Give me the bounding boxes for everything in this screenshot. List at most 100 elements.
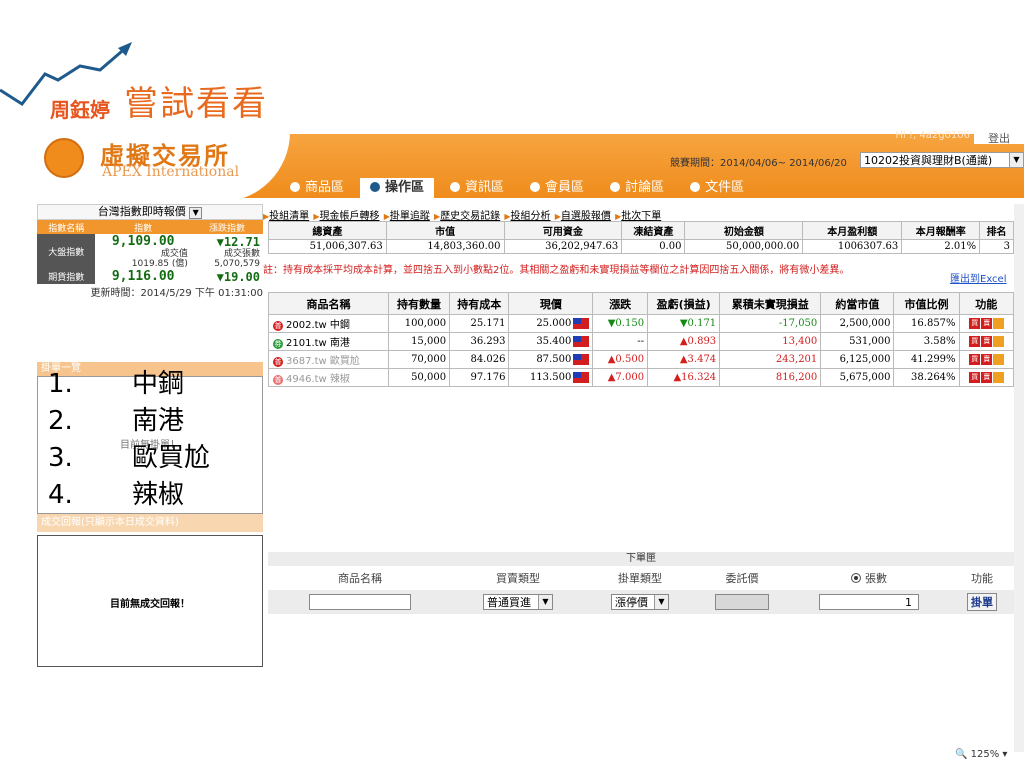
list-item: 3. 歐買尬	[48, 443, 211, 473]
futures-change: ▼19.00	[216, 269, 260, 284]
order-type-select[interactable]: 漲停價 ▼	[611, 594, 669, 610]
chart-icon[interactable]	[993, 354, 1005, 365]
chart-icon[interactable]	[993, 318, 1005, 329]
nav-documents[interactable]: 文件區	[680, 178, 754, 198]
account-select-value: 10202投資與理財B(通識)	[864, 154, 993, 167]
column-header: 本月盈利額	[802, 221, 903, 240]
trade-type-select[interactable]: 普通買進 ▼	[483, 594, 553, 610]
stock-name[interactable]: 4946.tw 辣椒	[286, 374, 350, 385]
buy-button[interactable]: 買	[969, 372, 981, 383]
column-header: 商品名稱	[268, 566, 452, 590]
buy-button[interactable]: 買	[969, 336, 981, 347]
chevron-down-icon: ▼	[189, 207, 203, 219]
column-header: 累積未實現損益	[719, 292, 822, 315]
zoom-level[interactable]: 🔍 125% ▾	[955, 749, 1007, 760]
column-header: 盈虧(損益)	[647, 292, 721, 315]
volume-label: 成交張數	[223, 249, 260, 259]
product-name-input[interactable]	[309, 594, 411, 610]
vertical-scrollbar[interactable]	[1014, 204, 1024, 752]
main-nav: 商品區 操作區 資訊區 會員區 討論區 文件區	[280, 178, 760, 198]
column-header: 持有成本	[449, 292, 510, 315]
chevron-down-icon: ▼	[1009, 153, 1023, 167]
taiwan-flag-icon	[573, 372, 590, 383]
order-price-input[interactable]	[715, 594, 769, 610]
lots-radio[interactable]	[851, 573, 861, 583]
column-header: 現價	[508, 292, 594, 315]
stock-type-icon: 普	[273, 321, 283, 331]
sell-button[interactable]: 賣	[981, 336, 993, 347]
taiex-value: 9,109.00	[111, 234, 175, 249]
column-header: 漲跌指數	[190, 220, 263, 234]
buy-button[interactable]: 買	[969, 354, 981, 365]
asset-summary-table: 總資產 市值 可用資金 凍結資產 初始金額 本月盈利額 本月報酬率 排名 51,…	[268, 221, 1014, 254]
stock-name[interactable]: 2002.tw 中鋼	[286, 320, 350, 331]
submit-order-button[interactable]: 掛單	[967, 593, 997, 611]
nav-forum[interactable]: 討論區	[600, 178, 674, 198]
triangle-icon: ▶	[383, 212, 390, 221]
index-panel-title[interactable]: 台灣指數即時報價 ▼	[37, 204, 263, 220]
competition-period: 競賽期間：2014/04/06~ 2014/06/20	[670, 158, 847, 169]
buy-button[interactable]: 買	[969, 318, 981, 329]
futures-value: 9,116.00	[111, 269, 175, 284]
logo-subtitle: APEX International	[102, 164, 240, 180]
volume-value: 5,070,579	[214, 259, 260, 269]
bullet-icon	[370, 182, 381, 192]
column-header: 漲跌	[592, 292, 649, 315]
overlay-list: 1. 中鋼 2. 南港 3. 歐買尬 4. 辣椒	[48, 366, 210, 514]
table-row: 普 2002.tw 中鋼 100,000 25.171 25.000 ▼0.150…	[268, 314, 1015, 333]
triangle-icon: ▶	[313, 212, 320, 221]
initial-amount: 50,000,000.00	[684, 239, 804, 254]
sell-button[interactable]: 賣	[981, 354, 993, 365]
monthly-profit: 1006307.63	[802, 239, 903, 254]
column-header: 可用資金	[503, 221, 623, 240]
futures-name: 期貨指數	[37, 269, 96, 284]
nav-operations[interactable]: 操作區	[360, 178, 435, 198]
stock-name[interactable]: 3687.tw 歐買尬	[286, 356, 360, 367]
lots-input[interactable]: 1	[819, 594, 919, 610]
apex-logo-icon	[44, 138, 84, 178]
stock-name[interactable]: 2101.tw 南港	[286, 338, 350, 349]
taiwan-flag-icon	[573, 354, 590, 365]
available-funds: 36,202,947.63	[503, 239, 623, 254]
nav-products[interactable]: 商品區	[280, 178, 354, 198]
bullet-icon	[690, 182, 701, 192]
column-header: 張數	[865, 572, 887, 585]
bullet-icon	[450, 182, 461, 192]
turnover-value: 1019.85 (億)	[131, 259, 188, 269]
growth-arrow-icon	[0, 42, 132, 107]
order-form-caption: 下單匣	[268, 552, 1014, 566]
stock-type-icon: 券	[273, 339, 283, 349]
list-item: 2. 南港	[48, 406, 185, 436]
chevron-down-icon: ▼	[538, 595, 552, 609]
nav-info[interactable]: 資訊區	[440, 178, 514, 198]
column-header: 凍結資產	[621, 221, 686, 240]
export-excel-link[interactable]: 匯出到Excel	[950, 270, 1007, 285]
column-header: 委託價	[696, 566, 788, 590]
column-header: 總資產	[268, 221, 387, 240]
column-header: 本月報酬率	[901, 221, 981, 240]
taiex-name: 大盤指數	[37, 234, 96, 269]
sell-button[interactable]: 賣	[981, 318, 993, 329]
fill-report-empty: 目前無成交回報！	[110, 599, 190, 610]
market-value: 14,803,360.00	[385, 239, 505, 254]
logout-button[interactable]: 登出	[974, 130, 1024, 145]
chart-icon[interactable]	[993, 336, 1005, 347]
sell-button[interactable]: 賣	[981, 372, 993, 383]
function-links: ▶投組清單 ▶現金帳戶轉移 ▶掛單追蹤 ▶歷史交易記錄 ▶投組分析 ▶自選股報價…	[263, 207, 662, 222]
account-select[interactable]: 10202投資與理財B(通識) ▼	[860, 152, 1024, 168]
table-row: 普 3687.tw 歐買尬 70,000 84.026 87.500 ▲0.500…	[268, 350, 1015, 369]
slide-heading: 嘗試看看	[124, 84, 268, 124]
monthly-return: 2.01%	[901, 239, 981, 254]
nav-member[interactable]: 會員區	[520, 178, 594, 198]
index-quote-panel: 台灣指數即時報價 ▼ 指數名稱 指數 漲跌指數 大盤指數 9,109.00 ▼1…	[37, 204, 263, 299]
column-header: 初始金額	[684, 221, 804, 240]
chart-icon[interactable]	[993, 372, 1005, 383]
triangle-icon: ▶	[554, 212, 561, 221]
column-header: 市值	[385, 221, 505, 240]
column-header: 持有數量	[387, 292, 451, 315]
user-greeting: Hi !, 4a2g0106	[895, 130, 971, 141]
order-form: 下單匣 商品名稱 買賣類型 掛單類型 委託價 張數 功能 普通買進 ▼ 漲停價 ▼ …	[268, 552, 1014, 614]
rank: 3	[979, 239, 1014, 254]
stock-type-icon: 普	[273, 357, 283, 367]
bullet-icon	[530, 182, 541, 192]
